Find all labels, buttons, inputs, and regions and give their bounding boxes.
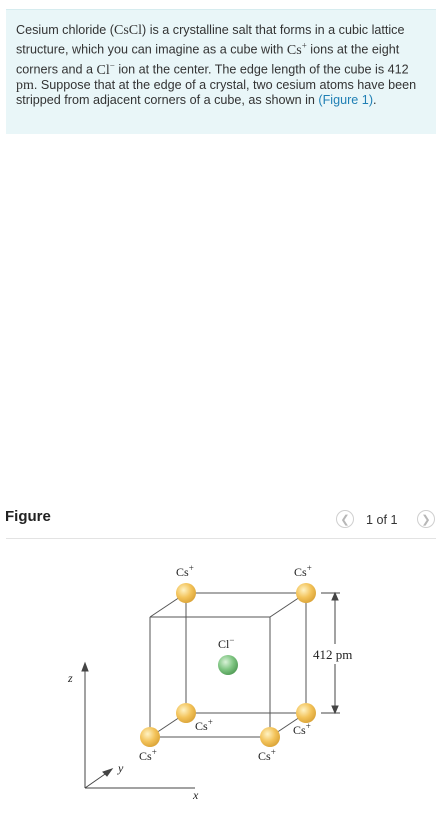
figure-pager: 1 of 1 [366, 513, 398, 527]
problem-text-4: ion at the center. The edge length of th… [114, 62, 409, 77]
cl-ion-symbol: Cl− [96, 60, 115, 78]
edge-length-label: 412 pm [313, 647, 352, 662]
cs-label-top-left: Cs+ [176, 563, 194, 579]
figure-link[interactable]: (Figure 1) [318, 93, 373, 107]
previous-figure-button[interactable]: ❮ [336, 510, 354, 528]
z-axis-label: z [67, 671, 73, 685]
figure-title: Figure [5, 508, 51, 525]
cs-label-top-right: Cs+ [294, 563, 312, 579]
y-axis-label: y [117, 761, 124, 775]
cl-atom-center [218, 655, 238, 675]
cs-atom-bottom-front-right [260, 727, 280, 747]
cs-atom-top-back-left [176, 583, 196, 603]
cs-atom-bottom-back-right [296, 703, 316, 723]
cs-label-bottom-back-left: Cs+ [195, 717, 213, 733]
cs-label-bottom-front-right: Cs+ [258, 747, 276, 763]
problem-text: Cesium chloride (CsCl) is a crystalline … [16, 23, 426, 108]
next-figure-button[interactable]: ❯ [417, 510, 435, 528]
cs-label-bottom-front-left: Cs+ [139, 747, 157, 763]
problem-statement: Cesium chloride (CsCl) is a crystalline … [6, 9, 436, 134]
formula-cscl: CsCl [113, 23, 142, 38]
cs-atom-bottom-front-left [140, 727, 160, 747]
cs-ion-symbol: Cs+ [286, 40, 307, 58]
problem-text-6: . [373, 93, 377, 108]
x-axis-label: x [192, 788, 199, 802]
cs-label-bottom-back-right: Cs+ [293, 721, 311, 737]
cl-label: Cl− [218, 635, 234, 651]
chevron-right-icon: ❯ [421, 513, 431, 526]
divider [6, 538, 436, 539]
cs-atom-top-back-right [296, 583, 316, 603]
cs-atom-bottom-back-left [176, 703, 196, 723]
problem-text-1: Cesium chloride ( [16, 23, 114, 37]
coordinate-axes [81, 661, 195, 789]
unit-pm: pm [16, 77, 34, 93]
cscl-lattice-diagram: 412 pm Cs+ Cs+ Cl− Cs+ Cs+ Cs+ Cs+ z y x [67, 563, 352, 802]
chevron-left-icon: ❮ [340, 513, 350, 526]
